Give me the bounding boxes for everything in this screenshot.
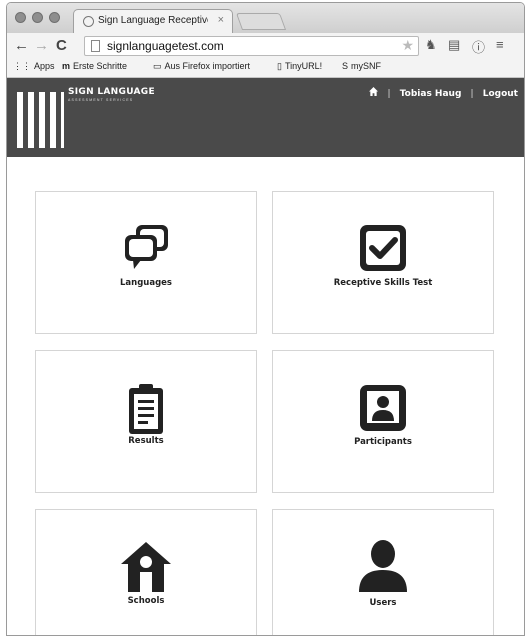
- home-icon[interactable]: [369, 87, 379, 99]
- browser-toolbar: ← → C signlanguagetest.com ★ ♞ ▤ ⓘ ≡: [7, 33, 524, 59]
- speech-bubbles-icon: [125, 225, 168, 269]
- bookmark-apps[interactable]: ⋮⋮ Apps: [13, 61, 55, 72]
- logo-title: SIGN LANGUAGE: [68, 87, 155, 97]
- tile-schools[interactable]: Schools: [35, 509, 257, 635]
- user-name-link[interactable]: Tobias Haug: [400, 89, 462, 99]
- clipboard-icon: [129, 384, 163, 434]
- tile-users[interactable]: Users: [272, 509, 494, 635]
- tile-label-languages: Languages: [120, 278, 172, 288]
- reader-icon[interactable]: ▤: [448, 37, 460, 53]
- nav-separator: |: [387, 89, 391, 99]
- new-tab-button[interactable]: [235, 13, 287, 30]
- bookmarks-bar: ⋮⋮ Apps m Erste Schritte ▭ Aus Firefox impo…: [7, 59, 524, 78]
- page-icon: [91, 40, 100, 52]
- school-house-icon: [121, 542, 171, 592]
- logo-stripe: [17, 92, 23, 148]
- folder-icon: ▭: [153, 61, 162, 71]
- tile-label-users: Users: [369, 598, 397, 608]
- logo-subtitle: ASSESSMENT SERVICES: [68, 98, 134, 102]
- nav-separator: |: [470, 89, 474, 99]
- logo-stripe: [39, 92, 45, 148]
- tile-participants[interactable]: Participants: [272, 350, 494, 493]
- tile-label-participants: Participants: [354, 437, 412, 447]
- address-bar[interactable]: signlanguagetest.com ★: [84, 36, 419, 56]
- bookmark-folder-firefox[interactable]: ▭ Aus Firefox importiert: [153, 61, 250, 72]
- url-text: signlanguagetest.com: [107, 39, 224, 53]
- user-icon: [359, 540, 407, 592]
- tile-label-receptive-skills-test: Receptive Skills Test: [333, 278, 433, 288]
- apps-grid-icon: ⋮⋮: [13, 61, 31, 71]
- tile-label-results: Results: [128, 436, 164, 446]
- site-header: SIGN LANGUAGE ASSESSMENT SERVICES | Tobi…: [7, 78, 524, 157]
- bookmark-tinyurl[interactable]: ▯ TinyURL!: [277, 61, 322, 72]
- extension-icon[interactable]: ♞: [425, 37, 437, 53]
- snf-logo-icon: S: [342, 61, 349, 71]
- browser-tab[interactable]: Sign Language Receptive ×: [73, 9, 233, 34]
- reload-icon[interactable]: C: [56, 37, 67, 54]
- tile-label-schools: Schools: [127, 596, 165, 606]
- back-arrow-icon[interactable]: ←: [14, 37, 29, 54]
- page-icon: ▯: [277, 61, 282, 71]
- tab-title: Sign Language Receptive: [98, 15, 208, 26]
- bookmark-star-icon[interactable]: ★: [401, 37, 414, 54]
- tile-results[interactable]: Results: [35, 350, 257, 493]
- logo-stripe: [50, 92, 56, 148]
- zoom-window-button[interactable]: [49, 12, 60, 23]
- browser-window: Sign Language Receptive × ← → C signlang…: [6, 2, 525, 636]
- tab-bar: Sign Language Receptive ×: [7, 3, 524, 34]
- tab-close-icon[interactable]: ×: [218, 14, 224, 26]
- tile-receptive-skills-test[interactable]: Receptive Skills Test: [272, 191, 494, 334]
- globe-icon: [83, 16, 94, 27]
- bookmark-erste-schritte[interactable]: m Erste Schritte: [62, 61, 127, 71]
- bookmark-logo-icon: m: [62, 61, 71, 71]
- logout-link[interactable]: Logout: [483, 89, 518, 99]
- logo-stripe: [28, 92, 34, 148]
- header-nav: | Tobias Haug | Logout: [369, 87, 518, 99]
- person-card-icon: [360, 385, 406, 431]
- bookmark-mysnf[interactable]: SmySNF: [342, 61, 381, 71]
- checkbox-icon: [360, 225, 406, 271]
- forward-arrow-icon[interactable]: →: [34, 37, 49, 54]
- tile-languages[interactable]: Languages: [35, 191, 257, 334]
- info-icon[interactable]: ⓘ: [472, 37, 485, 56]
- logo-stripe: [61, 92, 64, 148]
- menu-icon[interactable]: ≡: [496, 37, 504, 52]
- close-window-button[interactable]: [15, 12, 26, 23]
- minimize-window-button[interactable]: [32, 12, 43, 23]
